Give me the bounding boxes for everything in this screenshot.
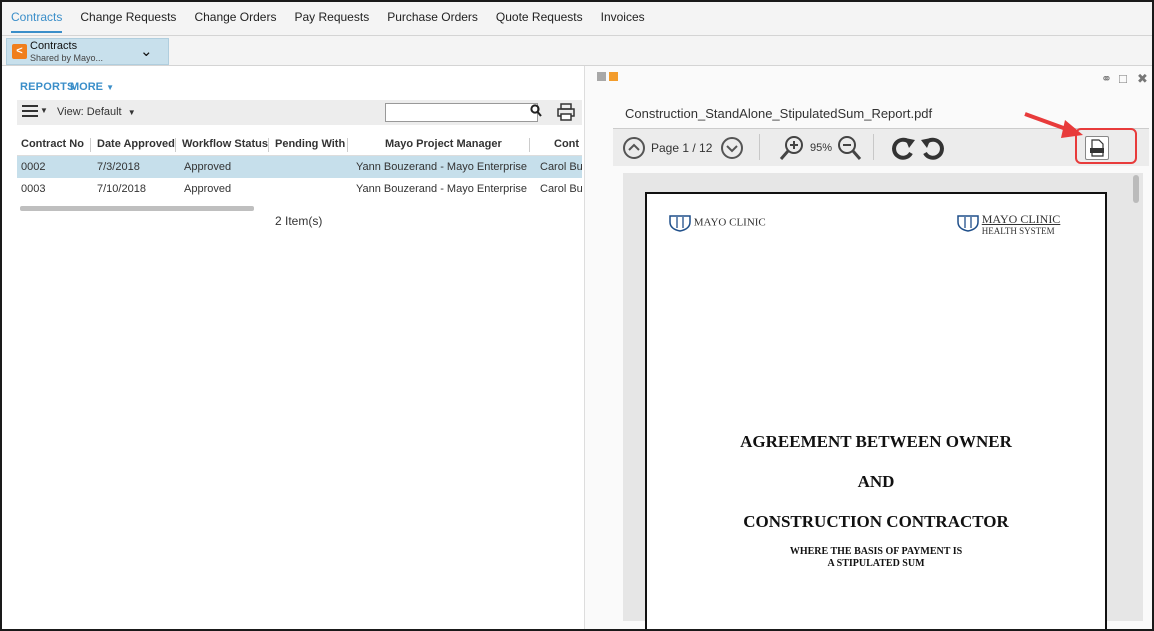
cell-contractor: Carol Bu bbox=[540, 183, 583, 195]
print-icon[interactable] bbox=[557, 103, 575, 121]
view-selector[interactable]: View: Default ▼ bbox=[57, 106, 136, 118]
arrow-annotation-icon bbox=[1024, 112, 1083, 138]
zoom-in-icon[interactable] bbox=[777, 134, 807, 162]
cell-workflow-status: Approved bbox=[184, 183, 232, 195]
table-header: Contract No Date Approved Workflow Statu… bbox=[17, 134, 582, 156]
list-toolbar: ▼ View: Default ▼ bbox=[17, 100, 582, 125]
cell-date-approved: 7/3/2018 bbox=[97, 161, 140, 173]
context-title: Contracts bbox=[30, 40, 78, 52]
app-window: Contracts Change Requests Change Orders … bbox=[0, 0, 1154, 631]
context-strip: < Contracts Shared by Mayo... ⌄ bbox=[2, 36, 1152, 66]
horizontal-scrollbar[interactable] bbox=[20, 206, 254, 211]
zoom-level: 95% bbox=[810, 142, 833, 154]
column-header-date-approved[interactable]: Date Approved bbox=[97, 138, 175, 150]
doc-heading-line1: AGREEMENT BETWEEN OWNER bbox=[740, 432, 1012, 451]
contracts-list-pane: REPORTS MORE ▼ ▼ View: Default ▼ Contrac… bbox=[2, 66, 584, 629]
doc-heading-line2: AND bbox=[857, 472, 895, 491]
chevron-down-icon: ⌄ bbox=[140, 43, 153, 60]
more-menu[interactable]: MORE ▼ bbox=[70, 81, 114, 93]
layout-square-gray-icon[interactable] bbox=[597, 72, 606, 81]
pdf-preview-pane: ⚭ □ ✖ Construction_StandAlone_Stipulated… bbox=[584, 66, 1152, 629]
maximize-icon[interactable]: □ bbox=[1119, 71, 1127, 86]
reports-link[interactable]: REPORTS bbox=[20, 81, 75, 93]
tab-quote-requests[interactable]: Quote Requests bbox=[487, 2, 592, 36]
chevron-down-icon bbox=[726, 145, 738, 153]
logo-left-text: MAYO CLINIC bbox=[693, 216, 766, 229]
rotate-counterclockwise-icon[interactable] bbox=[919, 136, 947, 162]
top-tab-bar: Contracts Change Requests Change Orders … bbox=[2, 2, 1152, 36]
cell-contract-no: 0002 bbox=[21, 161, 46, 173]
tab-invoices[interactable]: Invoices bbox=[592, 2, 654, 36]
table-row[interactable]: 0003 7/10/2018 Approved Yann Bouzerand -… bbox=[17, 178, 583, 200]
share-icon: < bbox=[12, 44, 27, 59]
tab-change-orders[interactable]: Change Orders bbox=[185, 2, 285, 36]
context-subtitle: Shared by Mayo... bbox=[30, 53, 104, 63]
link-icon[interactable]: ⚭ bbox=[1101, 71, 1112, 87]
mayo-shield-icon bbox=[957, 215, 979, 232]
pdf-page: MAYO CLINIC MAYO CLINIC HEALTH SYSTEM AG… bbox=[645, 192, 1107, 629]
pdf-file-name: Construction_StandAlone_StipulatedSum_Re… bbox=[625, 106, 933, 121]
search-icon[interactable] bbox=[530, 104, 542, 118]
tab-change-requests[interactable]: Change Requests bbox=[71, 2, 185, 36]
mayo-clinic-logo: MAYO CLINIC bbox=[669, 214, 766, 232]
caret-down-icon: ▼ bbox=[40, 106, 48, 115]
hamburger-menu-icon[interactable] bbox=[22, 105, 38, 119]
close-icon[interactable]: ✖ bbox=[1137, 71, 1148, 87]
vertical-scrollbar[interactable] bbox=[1133, 175, 1139, 203]
cell-contractor: Carol Bu bbox=[540, 161, 583, 173]
cell-date-approved: 7/10/2018 bbox=[97, 183, 146, 195]
caret-down-icon: ▼ bbox=[127, 108, 136, 117]
tab-pay-requests[interactable]: Pay Requests bbox=[285, 2, 378, 36]
zoom-out-icon[interactable] bbox=[835, 134, 865, 162]
mayo-shield-icon bbox=[669, 215, 691, 232]
tab-purchase-orders[interactable]: Purchase Orders bbox=[378, 2, 487, 36]
view-label: View: Default bbox=[57, 106, 122, 118]
next-page-button[interactable] bbox=[721, 137, 743, 159]
context-selector[interactable]: < Contracts Shared by Mayo... ⌄ bbox=[6, 38, 169, 65]
column-header-contract-no[interactable]: Contract No bbox=[21, 138, 84, 150]
column-header-workflow-status[interactable]: Workflow Status bbox=[182, 138, 268, 150]
doc-subheading-line2: A STIPULATED SUM bbox=[827, 558, 925, 569]
item-count: 2 Item(s) bbox=[275, 214, 323, 228]
logo-right-line1: MAYO CLINIC bbox=[981, 212, 1061, 226]
column-header-project-manager[interactable]: Mayo Project Manager bbox=[385, 138, 502, 150]
cell-project-manager: Yann Bouzerand - Mayo Enterprise bbox=[356, 161, 527, 173]
doc-heading-line3: CONSTRUCTION CONTRACTOR bbox=[743, 512, 1009, 531]
mayo-clinic-health-system-logo: MAYO CLINIC HEALTH SYSTEM bbox=[957, 212, 1061, 237]
search-input[interactable] bbox=[385, 103, 538, 122]
cell-workflow-status: Approved bbox=[184, 161, 232, 173]
previous-page-button[interactable] bbox=[623, 137, 645, 159]
doc-subheading-line1: WHERE THE BASIS OF PAYMENT IS bbox=[789, 546, 963, 557]
page-indicator: Page 1 / 12 bbox=[651, 141, 713, 155]
column-header-contractor[interactable]: Cont bbox=[554, 138, 579, 150]
contracts-table: Contract No Date Approved Workflow Statu… bbox=[17, 134, 583, 200]
caret-down-icon: ▼ bbox=[106, 83, 114, 92]
layout-square-orange-icon[interactable] bbox=[609, 72, 618, 81]
tab-contracts[interactable]: Contracts bbox=[2, 2, 71, 36]
chevron-up-icon bbox=[628, 143, 640, 151]
cell-contract-no: 0003 bbox=[21, 183, 46, 195]
pdf-viewer[interactable]: MAYO CLINIC MAYO CLINIC HEALTH SYSTEM AG… bbox=[623, 173, 1143, 629]
rotate-clockwise-icon[interactable] bbox=[889, 136, 917, 162]
table-row[interactable]: 0002 7/3/2018 Approved Yann Bouzerand - … bbox=[17, 156, 583, 178]
more-label: MORE bbox=[70, 81, 103, 93]
column-header-pending-with[interactable]: Pending With bbox=[275, 138, 345, 150]
cell-project-manager: Yann Bouzerand - Mayo Enterprise bbox=[356, 183, 527, 195]
logo-right-line2: HEALTH SYSTEM bbox=[981, 226, 1055, 236]
